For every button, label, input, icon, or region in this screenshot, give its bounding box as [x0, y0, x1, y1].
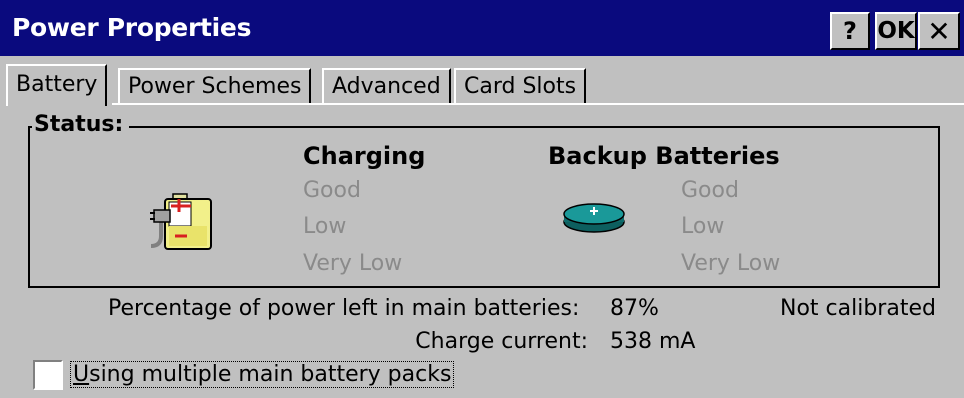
- calibration-status: Not calibrated: [780, 296, 936, 321]
- tab-divider: [112, 103, 964, 105]
- charging-level-low: Low: [303, 214, 347, 239]
- help-button[interactable]: ?: [830, 12, 870, 50]
- charge-current-label: Charge current:: [415, 329, 588, 354]
- backup-batteries-header: Backup Batteries: [548, 142, 780, 170]
- charging-level-good: Good: [303, 178, 361, 203]
- charging-header: Charging: [303, 142, 426, 170]
- multiple-packs-checkbox[interactable]: [33, 360, 63, 390]
- backup-level-low: Low: [681, 214, 725, 239]
- status-group-label: Status:: [32, 112, 130, 137]
- tab-strip: Battery Power Schemes Advanced Card Slot…: [0, 64, 964, 106]
- multiple-packs-label[interactable]: Using multiple main battery packs: [70, 361, 455, 388]
- multiple-packs-label-text: sing multiple main battery packs: [89, 362, 452, 387]
- ok-button[interactable]: OK: [875, 12, 917, 50]
- charge-current-value: 538 mA: [610, 329, 696, 354]
- coin-cell-battery-icon: [563, 203, 625, 233]
- window-title: Power Properties: [12, 13, 252, 42]
- backup-level-very-low: Very Low: [681, 251, 781, 276]
- percentage-label: Percentage of power left in main batteri…: [108, 296, 580, 321]
- tab-battery[interactable]: Battery: [6, 64, 108, 106]
- charging-level-very-low: Very Low: [303, 251, 403, 276]
- tab-power-schemes[interactable]: Power Schemes: [118, 68, 312, 104]
- close-button[interactable]: ✕: [918, 12, 960, 50]
- tab-advanced[interactable]: Advanced: [322, 68, 451, 104]
- battery-charging-icon: [150, 193, 212, 250]
- percentage-value: 87%: [610, 296, 659, 321]
- multiple-packs-accesskey: U: [73, 362, 90, 387]
- tab-card-slots[interactable]: Card Slots: [454, 68, 587, 104]
- backup-level-good: Good: [681, 178, 739, 203]
- title-bar: Power Properties ? OK ✕: [0, 0, 964, 56]
